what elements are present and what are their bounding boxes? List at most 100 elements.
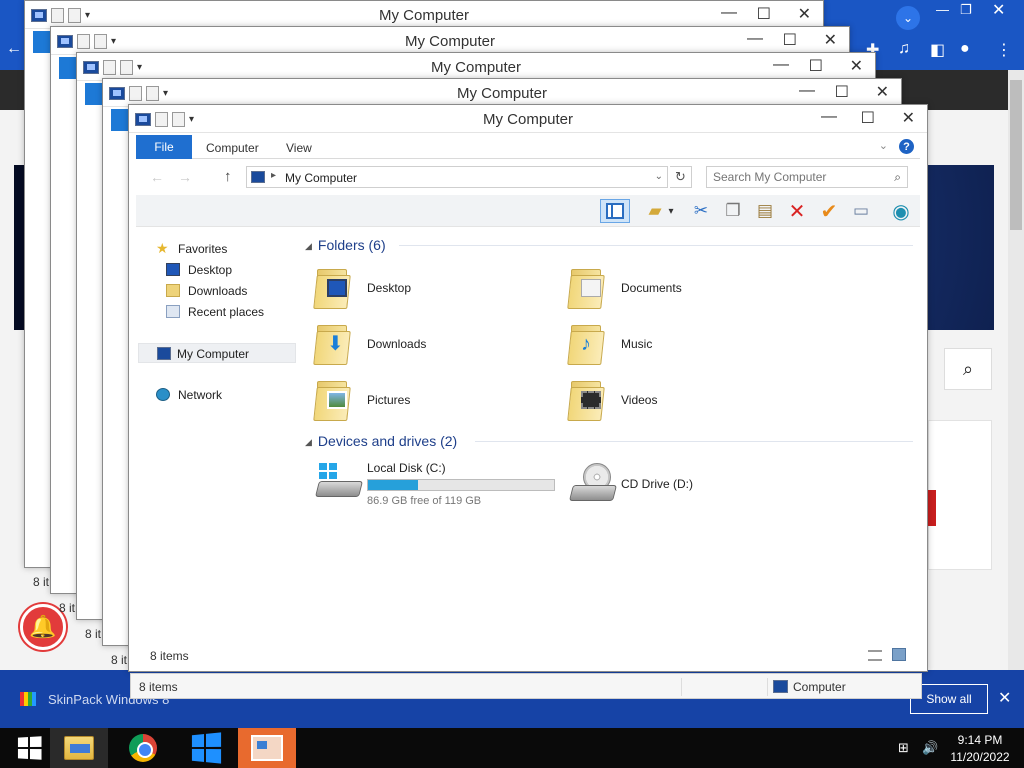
address-bar[interactable]: ▸ My Computer ⌄ xyxy=(246,166,668,188)
paste-icon[interactable]: ▤ xyxy=(752,199,778,223)
browser-restore-icon[interactable]: ❐ xyxy=(960,2,972,18)
command-bar: ▰ ▾ ✂ ❐ ▤ ✕ ✔ ▭ ◉ xyxy=(136,195,920,227)
media-icon[interactable]: ♫ xyxy=(898,40,910,58)
title-bar[interactable]: ▾ My Computer — ☐ ✕ xyxy=(103,79,901,107)
network-tray-icon[interactable]: ⊞ xyxy=(898,740,909,756)
clock-time[interactable]: 9:14 PM xyxy=(950,733,1010,747)
search-box[interactable]: ⌕ xyxy=(706,166,908,188)
globe-icon[interactable]: ◉ xyxy=(888,199,914,223)
browser-profile-dropdown-icon[interactable]: ⌄ xyxy=(896,6,920,30)
folder-item-desktop[interactable]: Desktop xyxy=(303,263,543,313)
nav-network-label: Network xyxy=(178,388,223,402)
collapse-triangle-icon[interactable]: ◢ xyxy=(305,241,312,251)
collapse-triangle-icon[interactable]: ◢ xyxy=(305,437,312,447)
nav-recent-places[interactable]: Recent places xyxy=(136,302,294,322)
help-icon[interactable]: ? xyxy=(899,139,914,154)
maximize-icon[interactable]: ☐ xyxy=(809,56,823,76)
close-icon[interactable]: ✕ xyxy=(824,30,837,50)
nav-downloads[interactable]: Downloads xyxy=(136,281,294,301)
downloads-folder-icon: ⬇ xyxy=(313,321,351,365)
site-search-icon[interactable]: ⌕ xyxy=(944,348,992,390)
address-path[interactable]: My Computer xyxy=(285,171,357,185)
folder-item-videos[interactable]: Videos xyxy=(557,375,797,425)
tab-view[interactable]: View xyxy=(286,141,312,155)
preview-pane-button[interactable] xyxy=(600,199,630,223)
up-arrow-icon[interactable]: ↑ xyxy=(224,168,232,185)
browser-back-icon[interactable]: ← xyxy=(6,40,22,58)
folder-options-dropdown-icon[interactable]: ▾ xyxy=(664,199,678,223)
tab-computer[interactable]: Computer xyxy=(206,141,259,155)
back-arrow-icon[interactable]: ← xyxy=(150,169,164,185)
title-bar[interactable]: ▾ My Computer — ☐ ✕ xyxy=(25,1,823,29)
minimize-icon[interactable]: — xyxy=(747,30,763,48)
taskbar-windows-app[interactable] xyxy=(176,728,234,768)
expand-ribbon-icon[interactable]: ⌄ xyxy=(879,139,888,152)
navigation-pane: ★ Favorites Desktop Downloads Recent pla… xyxy=(136,229,296,639)
folder-item-documents[interactable]: Documents xyxy=(557,263,797,313)
close-icon[interactable]: ✕ xyxy=(850,56,863,76)
title-bar[interactable]: ▾ My Computer — ☐ ✕ xyxy=(129,105,927,133)
window-title: My Computer xyxy=(404,33,496,50)
file-explorer-icon xyxy=(64,736,94,760)
search-input[interactable] xyxy=(713,170,883,184)
explorer-window-front[interactable]: ▾ My Computer — ☐ ✕ File Computer View ⌄… xyxy=(128,104,928,672)
taskbar-skinpack[interactable] xyxy=(238,728,296,768)
maximize-icon[interactable]: ☐ xyxy=(783,30,797,50)
folder-item-pictures[interactable]: Pictures xyxy=(303,375,543,425)
search-icon[interactable]: ⌕ xyxy=(894,170,901,185)
breadcrumb-separator-icon[interactable]: ▸ xyxy=(271,170,276,181)
details-view-icon[interactable] xyxy=(868,650,882,661)
tab-file[interactable]: File xyxy=(136,135,192,159)
nav-network[interactable]: Network xyxy=(136,385,294,405)
browser-close-icon[interactable]: ✕ xyxy=(992,0,1005,20)
site-red-button[interactable] xyxy=(928,490,936,526)
close-icon[interactable]: ✕ xyxy=(798,4,811,24)
close-icon[interactable]: ✕ xyxy=(876,82,889,102)
status-location: Computer xyxy=(793,680,846,694)
delete-icon[interactable]: ✕ xyxy=(784,199,810,223)
large-icons-view-icon[interactable] xyxy=(892,648,906,661)
nav-favorites[interactable]: ★ Favorites xyxy=(136,239,294,259)
cut-icon[interactable]: ✂ xyxy=(688,199,714,223)
drive-item-d[interactable]: CD Drive (D:) xyxy=(557,457,797,507)
title-bar[interactable]: ▾ My Computer — ☐ ✕ xyxy=(51,27,849,55)
refresh-icon[interactable]: ↻ xyxy=(670,166,692,188)
properties-icon[interactable]: ▭ xyxy=(848,199,874,223)
close-icon[interactable]: ✕ xyxy=(902,108,915,128)
network-icon xyxy=(156,388,170,401)
minimize-icon[interactable]: — xyxy=(721,4,737,22)
status-item-count: 8 it xyxy=(59,601,76,615)
clock-date[interactable]: 11/20/2022 xyxy=(950,750,1010,764)
browser-scrollbar-thumb[interactable] xyxy=(1010,80,1022,230)
title-bar[interactable]: ▾ My Computer — ☐ ✕ xyxy=(77,53,875,81)
minimize-icon[interactable]: — xyxy=(799,82,815,100)
maximize-icon[interactable]: ☐ xyxy=(835,82,849,102)
browser-menu-icon[interactable]: ⋮ xyxy=(996,40,1012,60)
folders-group-header[interactable]: ◢ Folders (6) xyxy=(305,237,386,253)
maximize-icon[interactable]: ☐ xyxy=(757,4,771,24)
taskbar-chrome[interactable] xyxy=(114,728,172,768)
address-dropdown-icon[interactable]: ⌄ xyxy=(655,171,663,182)
folder-item-downloads[interactable]: ⬇ Downloads xyxy=(303,319,543,369)
copy-icon[interactable]: ❐ xyxy=(720,199,746,223)
drive-usage-fill xyxy=(368,480,419,490)
nav-my-computer[interactable]: My Computer xyxy=(138,343,296,363)
forward-arrow-icon[interactable]: → xyxy=(178,169,192,185)
taskbar-file-explorer[interactable] xyxy=(50,728,108,768)
select-icon[interactable]: ✔ xyxy=(816,199,842,223)
folder-item-music[interactable]: ♪ Music xyxy=(557,319,797,369)
volume-icon[interactable]: 🔊 xyxy=(922,740,938,756)
browser-minimize-icon[interactable]: — xyxy=(936,2,949,17)
notification-close-icon[interactable]: ✕ xyxy=(998,688,1011,708)
folder-name: Pictures xyxy=(367,393,411,407)
side-panel-icon[interactable]: ◧ xyxy=(930,40,945,60)
minimize-icon[interactable]: — xyxy=(773,56,789,74)
devices-group-header[interactable]: ◢ Devices and drives (2) xyxy=(305,433,457,449)
nav-my-computer-label: My Computer xyxy=(177,347,250,361)
nav-desktop[interactable]: Desktop xyxy=(136,260,294,280)
drive-item-c[interactable]: Local Disk (C:) 86.9 GB free of 119 GB xyxy=(303,457,563,507)
maximize-icon[interactable]: ☐ xyxy=(861,108,875,128)
minimize-icon[interactable]: — xyxy=(821,108,837,126)
profile-avatar-icon[interactable]: ● xyxy=(960,40,970,58)
address-row: ← → ↑ ▸ My Computer ⌄ ↻ ⌕ xyxy=(136,163,920,191)
